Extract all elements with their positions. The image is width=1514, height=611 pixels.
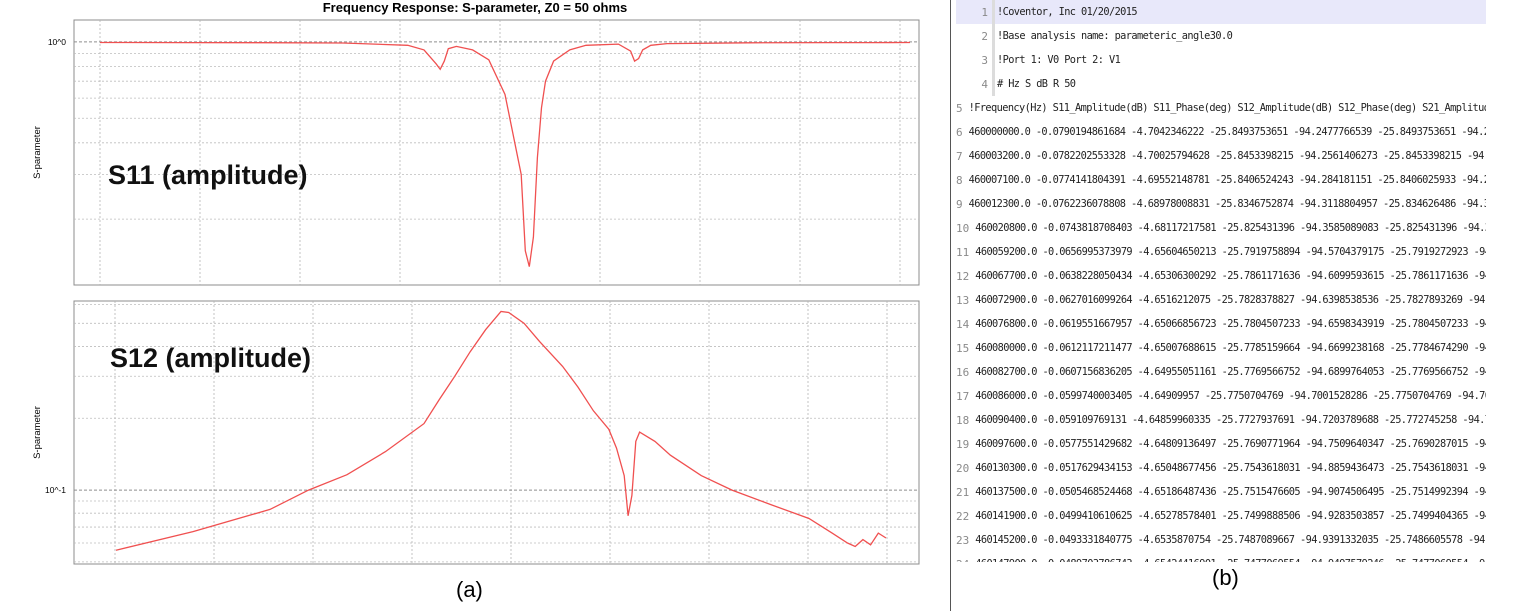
line-number: 7 (956, 149, 963, 163)
chart-1-plot-frame (73, 19, 920, 286)
line-text: 460137500.0 -0.0505468524468 -4.65186487… (975, 486, 1486, 498)
line-text: 460090400.0 -0.059109769131 -4.648599603… (975, 414, 1486, 426)
code-line: 2 !Base analysis name: parameteric_angle3… (956, 24, 1486, 48)
line-number: 5 (956, 101, 963, 115)
line-text: !Coventor, Inc 01/20/2015 (997, 6, 1138, 18)
line-text: 460145200.0 -0.0493331840775 -4.65358707… (975, 534, 1486, 546)
line-text: 460141900.0 -0.0499410610625 -4.65278578… (975, 510, 1486, 522)
line-number: 6 (956, 125, 963, 139)
line-text: !Frequency(Hz) S11_Amplitude(dB) S11_Pha… (968, 102, 1486, 114)
code-line: 12 460067700.0 -0.0638228050434 -4.653063… (956, 264, 1486, 288)
line-text: 460086000.0 -0.0599740003405 -4.64909957… (975, 390, 1486, 402)
code-line: 3 !Port 1: V0 Port 2: V1 (956, 48, 1486, 72)
code-line: 17 460086000.0 -0.0599740003405 -4.649099… (956, 384, 1486, 408)
code-line: 24460147900.0 -0.0489703786743 -4.654244… (956, 552, 1486, 563)
line-number: 20 (956, 461, 970, 475)
line-text: 460007100.0 -0.0774141804391 -4.69552148… (968, 174, 1486, 186)
code-line: 13 460072900.0 -0.0627016099264 -4.651621… (956, 288, 1486, 312)
line-text: 460147900.0 -0.0489703786743 -4.65424416… (975, 558, 1486, 562)
line-text: 460000000.0 -0.0790194861684 -4.70423462… (968, 126, 1486, 138)
line-number: 8 (956, 173, 963, 187)
code-line: 10 460020800.0 -0.0743818708403 -4.681172… (956, 216, 1486, 240)
code-line: 16 460082700.0 -0.0607156836205 -4.649550… (956, 360, 1486, 384)
line-number: 15 (956, 341, 970, 355)
line-number: 1 (981, 5, 988, 19)
line-number: 14 (956, 317, 970, 331)
chart-canvas: 10^0 S-parameter S11 (amplitude) 10^-1 S-par… (32, 19, 920, 565)
line-number: 13 (956, 293, 970, 307)
editor-gutter (992, 48, 995, 72)
code-line: 19 460097600.0 -0.0577551429682 -4.648091… (956, 432, 1486, 456)
code-line: 8 460007100.0 -0.0774141804391 -4.6955214… (956, 168, 1486, 192)
editor-gutter (992, 72, 995, 96)
line-text: 460080000.0 -0.0612117211477 -4.65007688… (975, 342, 1486, 354)
chart-2-y-tick-label: 10^-1 (45, 485, 66, 495)
figure-panel-a: Frequency Response: S-parameter, Z0 = 50… (0, 0, 950, 611)
editor-gutter (992, 24, 995, 48)
chart-1-y-axis-label: S-parameter (32, 126, 43, 179)
code-line: 7 460003200.0 -0.0782202553328 -4.7002579… (956, 144, 1486, 168)
line-number: 16 (956, 365, 970, 379)
panel-label-a: (a) (456, 577, 483, 602)
line-number: 24 (956, 558, 973, 563)
line-text: 460082700.0 -0.0607156836205 -4.64955051… (975, 366, 1486, 378)
line-number: 19 (956, 437, 970, 451)
code-line: 5 !Frequency(Hz) S11_Amplitude(dB) S11_Ph… (956, 96, 1486, 120)
line-number: 11 (956, 245, 970, 259)
line-text: 460072900.0 -0.0627016099264 -4.65162120… (975, 294, 1486, 306)
line-number: 10 (956, 221, 970, 235)
panel-label-b: (b) (1212, 565, 1239, 590)
chart-1-annotation: S11 (amplitude) (108, 160, 308, 190)
line-text: # Hz S dB R 50 (997, 78, 1076, 90)
code-line: 15 460080000.0 -0.0612117211477 -4.650076… (956, 336, 1486, 360)
line-number: 21 (956, 485, 970, 499)
line-number: 2 (981, 29, 988, 43)
chart-2-annotation: S12 (amplitude) (110, 343, 311, 373)
code-line: 9 460012300.0 -0.0762236078808 -4.6897800… (956, 192, 1486, 216)
line-text: 460059200.0 -0.0656995373979 -4.65604650… (975, 246, 1486, 258)
line-text: 460130300.0 -0.0517629434153 -4.65048677… (975, 462, 1486, 474)
code-line: 23 460145200.0 -0.0493331840775 -4.653587… (956, 528, 1486, 552)
editor-gutter (992, 0, 995, 24)
code-line: 18 460090400.0 -0.059109769131 -4.6485996… (956, 408, 1486, 432)
chart-2-y-axis-label: S-parameter (32, 406, 43, 459)
line-number: 9 (956, 197, 963, 211)
line-text: !Base analysis name: parameteric_angle30… (997, 30, 1233, 42)
panel-divider (950, 0, 951, 611)
code-line: 14 460076800.0 -0.0619551667957 -4.650668… (956, 312, 1486, 336)
code-line: 22 460141900.0 -0.0499410610625 -4.652785… (956, 504, 1486, 528)
line-text: 460097600.0 -0.0577551429682 -4.64809136… (975, 438, 1486, 450)
code-line: 1 !Coventor, Inc 01/20/2015 (956, 0, 1486, 24)
text-editor-panel: 1 !Coventor, Inc 01/20/2015 2 !Base analysi… (956, 0, 1486, 562)
line-text: 460067700.0 -0.0638228050434 -4.65306300… (975, 270, 1486, 282)
line-number: 4 (981, 77, 988, 91)
code-line: 4 # Hz S dB R 50 (956, 72, 1486, 96)
line-text: 460076800.0 -0.0619551667957 -4.65066856… (975, 318, 1486, 330)
line-text: 460012300.0 -0.0762236078808 -4.68978008… (968, 198, 1486, 210)
line-text: 460020800.0 -0.0743818708403 -4.68117217… (975, 222, 1486, 234)
code-line: 20 460130300.0 -0.0517629434153 -4.650486… (956, 456, 1486, 480)
line-number: 18 (956, 413, 970, 427)
chart-1-y-tick-label: 10^0 (48, 37, 66, 47)
code-line: 11 460059200.0 -0.0656995373979 -4.656046… (956, 240, 1486, 264)
code-line: 6 460000000.0 -0.0790194861684 -4.7042346… (956, 120, 1486, 144)
code-line: 21 460137500.0 -0.0505468524468 -4.651864… (956, 480, 1486, 504)
line-number: 17 (956, 389, 970, 403)
line-number: 23 (956, 533, 970, 547)
chart-2-plot-frame (73, 300, 920, 565)
line-text: 460003200.0 -0.0782202553328 -4.70025794… (968, 150, 1486, 162)
line-number: 22 (956, 509, 970, 523)
line-text: !Port 1: V0 Port 2: V1 (997, 54, 1121, 66)
line-number: 12 (956, 269, 970, 283)
line-number: 3 (981, 53, 988, 67)
